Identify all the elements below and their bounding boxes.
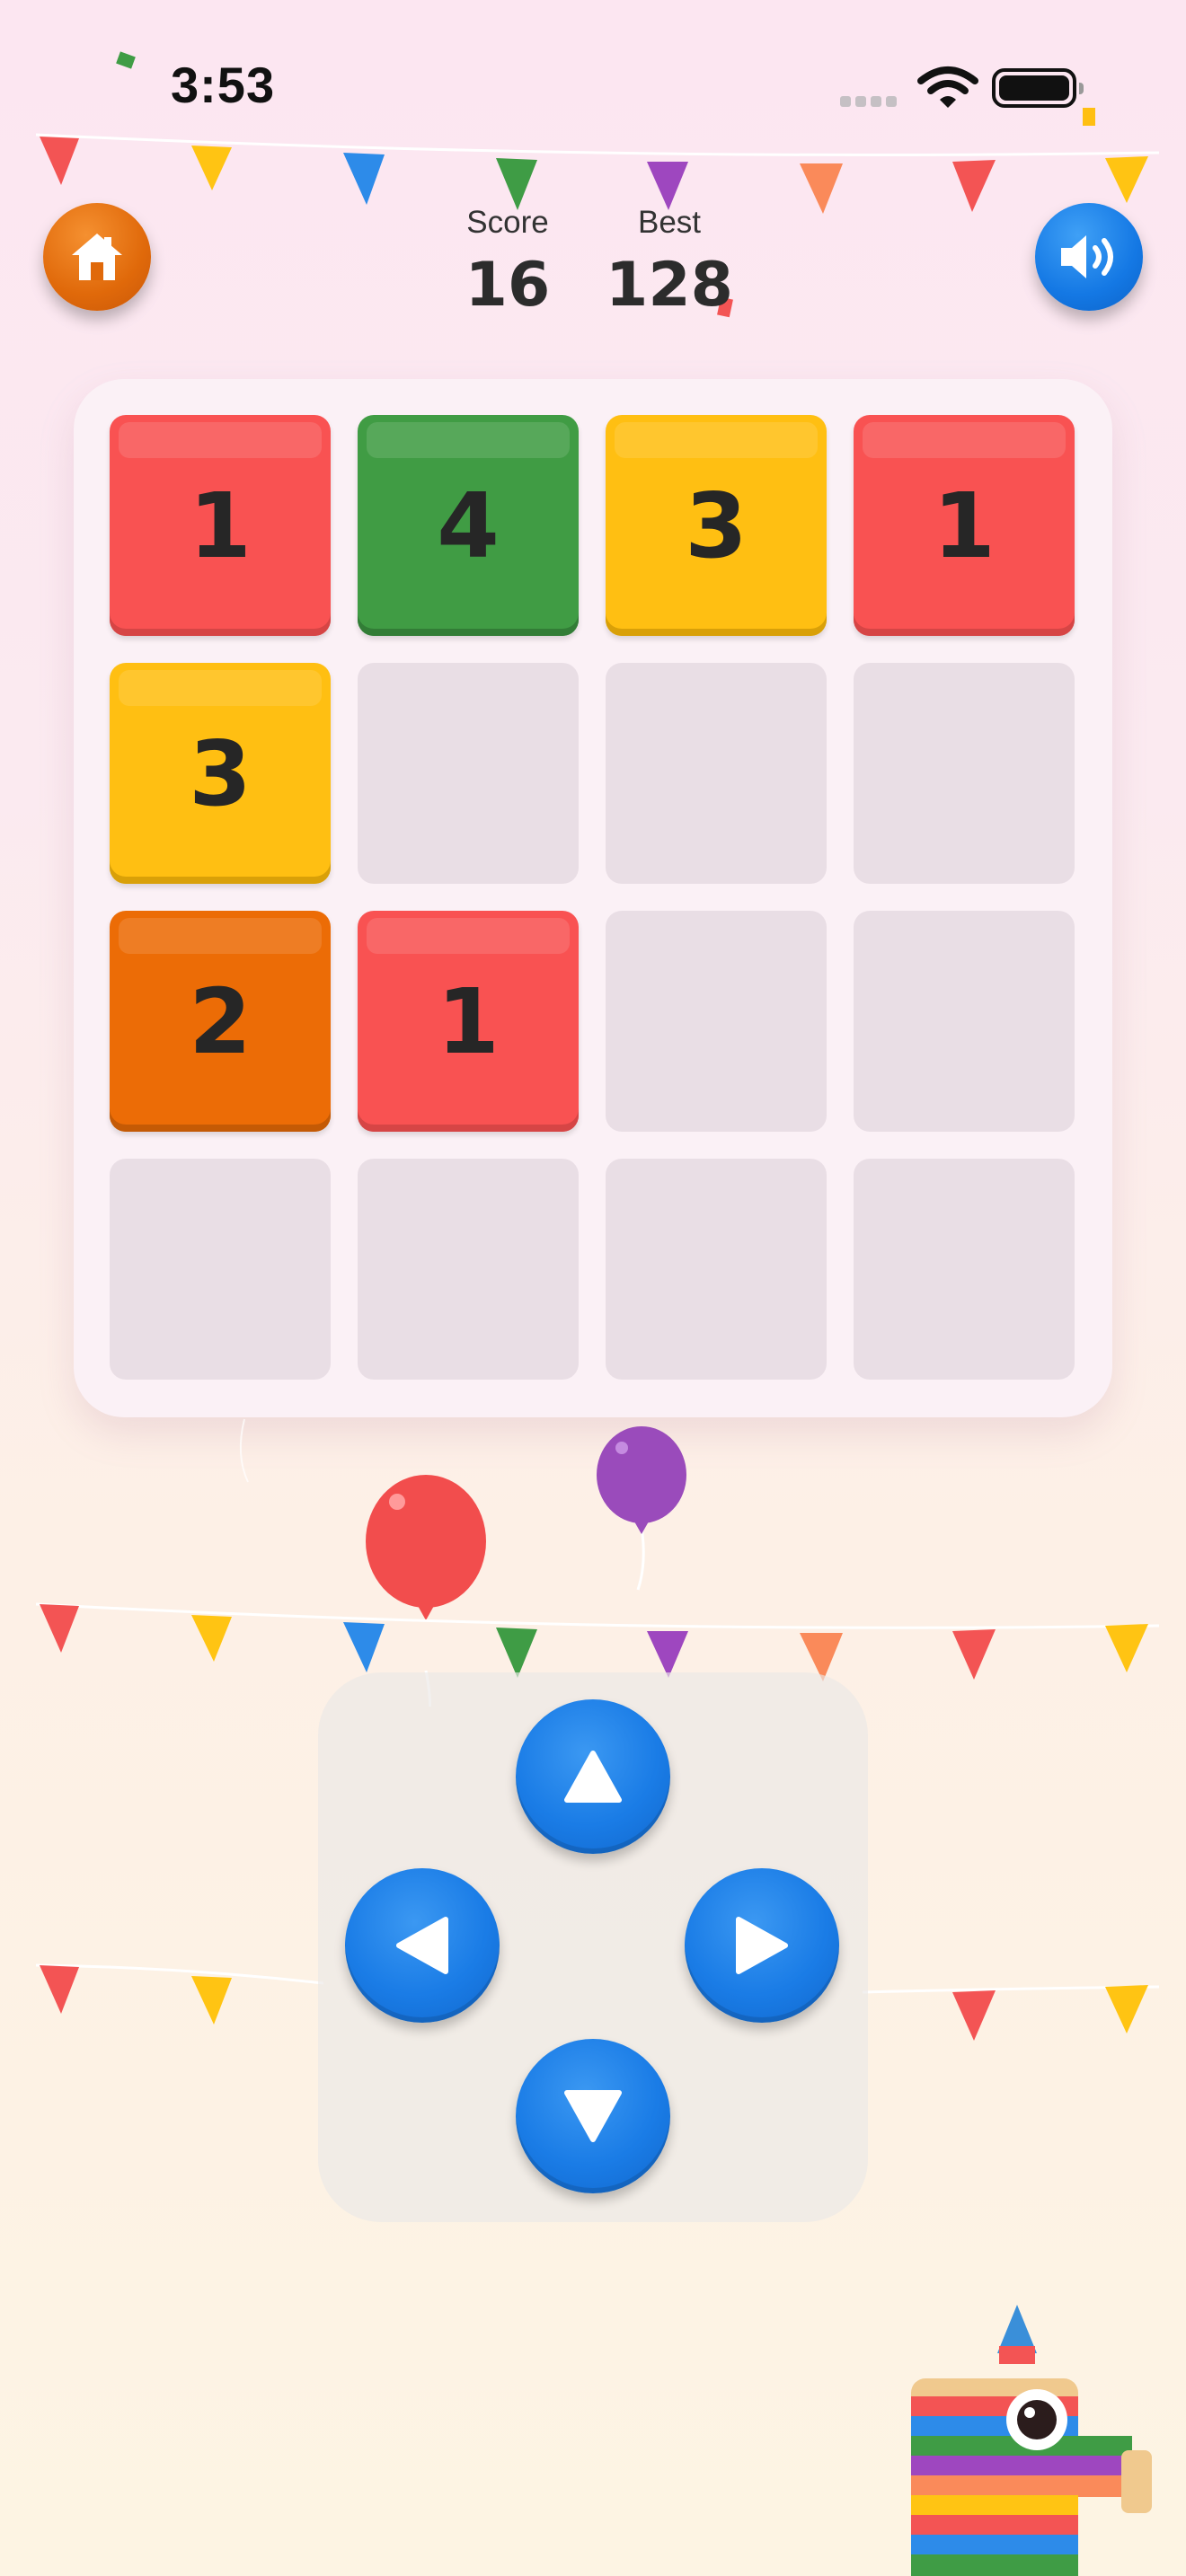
home-icon [72,234,122,280]
tile: 1 [854,415,1075,636]
tile: 4 [358,415,579,636]
tile: 3 [110,663,331,884]
tile: 1 [358,911,579,1132]
empty-cell [854,1159,1075,1380]
game-board[interactable]: 1 4 3 1 3 2 1 [74,379,1112,1417]
empty-cell [358,1159,579,1380]
best-label: Best [637,205,702,240]
empty-cell [110,1159,331,1380]
empty-cell [606,911,827,1132]
tile: 1 [110,415,331,636]
move-down-button[interactable] [516,2039,670,2193]
arrow-right-icon [736,1917,788,1974]
empty-cell [854,663,1075,884]
empty-cell [606,1159,827,1380]
sound-button[interactable] [1035,203,1143,311]
arrow-down-icon [564,2090,622,2142]
empty-cell [854,911,1075,1132]
pinata-mascot [911,2305,1152,2576]
empty-cell [358,663,579,884]
home-button[interactable] [43,203,151,311]
score-value: 16 [465,250,551,321]
move-left-button[interactable] [345,1868,500,2023]
move-up-button[interactable] [516,1699,670,1854]
best-score-display: Best 128 [593,205,746,321]
arrow-up-icon [564,1751,622,1803]
move-right-button[interactable] [685,1868,839,2023]
tile: 3 [606,415,827,636]
speaker-icon [1061,235,1113,278]
best-value: 128 [606,250,733,321]
empty-cell [606,663,827,884]
score-label: Score [466,205,549,240]
score-display: Score 16 [440,205,575,321]
direction-pad [318,1672,868,2222]
arrow-left-icon [396,1917,448,1974]
tile: 2 [110,911,331,1132]
